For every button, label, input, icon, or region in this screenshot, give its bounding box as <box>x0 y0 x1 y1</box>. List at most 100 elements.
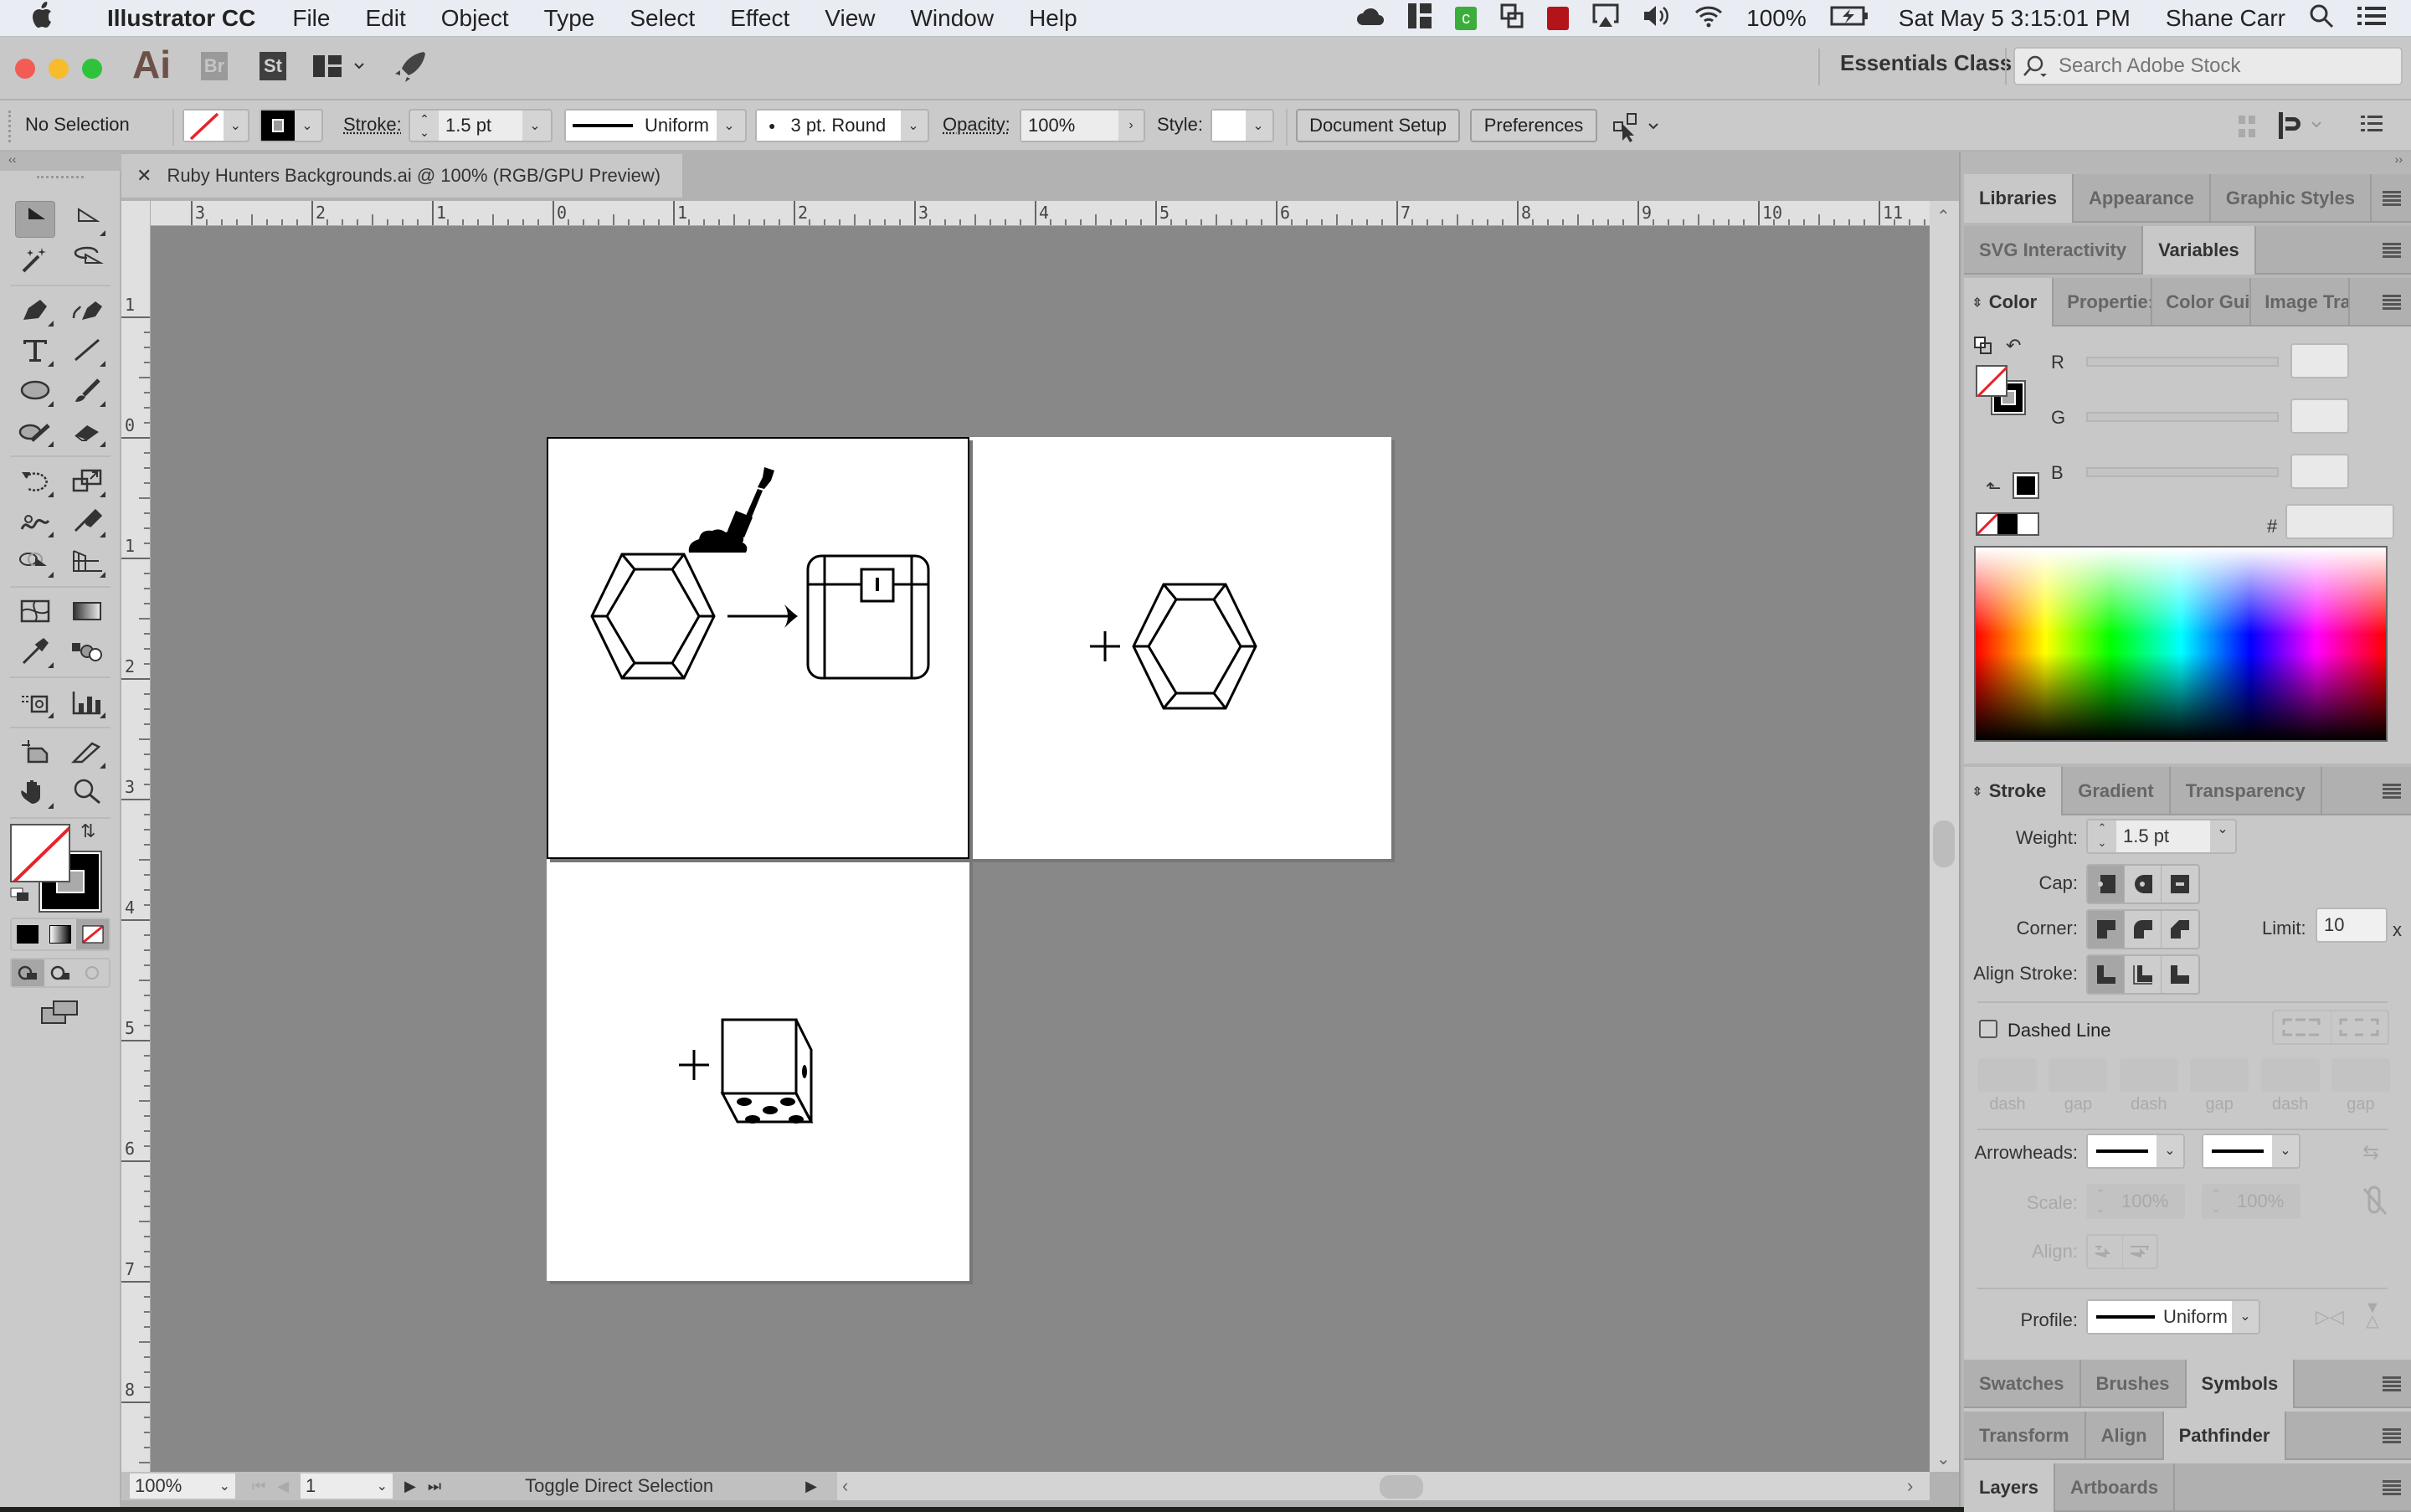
arrange-documents-button[interactable] <box>313 54 372 83</box>
opacity-label[interactable]: Opacity: <box>943 114 1010 136</box>
blend-tool[interactable] <box>67 633 107 670</box>
hex-value-field[interactable] <box>2285 504 2394 539</box>
scroll-right-icon[interactable]: › <box>1907 1475 1913 1497</box>
panel-menu-icon[interactable] <box>2383 278 2401 327</box>
tab-brushes[interactable]: Brushes <box>2081 1360 2187 1408</box>
tab-variables[interactable]: Variables <box>2143 226 2256 275</box>
flashcard-app-icon[interactable] <box>1547 7 1570 30</box>
color-button[interactable] <box>12 919 44 949</box>
menu-edit[interactable]: Edit <box>365 5 405 32</box>
gradient-button[interactable] <box>44 919 77 949</box>
window-minimize-button[interactable] <box>49 59 69 79</box>
adobe-stock-search-input[interactable] <box>2059 54 2393 78</box>
sync-icon[interactable] <box>1500 3 1524 34</box>
clock-text[interactable]: Sat May 5 3:15:01 PM <box>1899 5 2131 32</box>
menu-app-name[interactable]: Illustrator CC <box>107 5 255 32</box>
vertical-scroll-thumb[interactable] <box>1933 820 1955 867</box>
zoom-tool[interactable] <box>67 774 107 810</box>
white-quick-swatch[interactable] <box>2018 514 2038 534</box>
dash-input[interactable] <box>2260 1058 2320 1092</box>
none-quick-swatch[interactable] <box>1977 514 1997 534</box>
hand-tool[interactable] <box>15 774 55 810</box>
volume-icon[interactable] <box>1642 3 1671 34</box>
end-arrowhead-dropdown[interactable]: ⌄ <box>2202 1134 2300 1169</box>
user-name[interactable]: Shane Carr <box>2166 5 2285 32</box>
panel-menu-icon[interactable] <box>2383 767 2401 815</box>
apple-menu-icon[interactable] <box>32 1 65 35</box>
artboard-tool[interactable] <box>15 733 55 770</box>
swap-colors-icon[interactable]: ↶ <box>2006 335 2021 357</box>
miter-join-button[interactable] <box>2088 911 2125 948</box>
fill-color-dropdown[interactable]: ⌄ <box>182 109 249 142</box>
bevel-join-button[interactable] <box>2162 911 2198 948</box>
horizontal-scroll-thumb[interactable] <box>1380 1475 1423 1499</box>
scroll-left-icon[interactable]: ‹ <box>842 1475 848 1497</box>
gpu-performance-button[interactable] <box>393 50 427 88</box>
fill-swatch[interactable] <box>10 824 70 882</box>
perspective-grid-tool[interactable] <box>67 543 107 579</box>
stepper-icon[interactable]: ⌃ ⌄ <box>410 112 439 139</box>
red-slider[interactable] <box>2086 357 2279 367</box>
align-inside-button[interactable] <box>2125 956 2162 993</box>
direct-selection-tool[interactable] <box>67 201 107 238</box>
tab-transparency[interactable]: Transparency <box>2171 767 2322 815</box>
document-setup-button[interactable]: Document Setup <box>1296 109 1460 142</box>
color-spectrum[interactable] <box>1974 546 2388 742</box>
gap-field[interactable]: gap <box>2189 1058 2249 1125</box>
panel-menu-icon[interactable] <box>2383 226 2401 275</box>
align-icon[interactable] <box>2235 112 2260 146</box>
miter-limit-input[interactable]: 10 <box>2316 908 2388 943</box>
color-fill-swatch[interactable] <box>1976 365 2009 399</box>
slice-tool[interactable] <box>67 733 107 770</box>
round-cap-button[interactable] <box>2125 866 2162 903</box>
stroke-weight-field[interactable]: ⌃ ⌄ 1.5 pt ⌄ <box>409 109 553 142</box>
tab-swatches[interactable]: Swatches <box>1964 1360 2081 1408</box>
notification-center-icon[interactable] <box>2357 5 2386 33</box>
puppet-warp-tool[interactable] <box>67 502 107 539</box>
next-artboard-icon[interactable]: ▶ <box>404 1478 416 1495</box>
scroll-up-icon[interactable]: ⌃ <box>1936 206 1951 227</box>
tools-panel-grip[interactable] <box>37 176 84 179</box>
black-quick-swatch[interactable] <box>1997 514 2018 534</box>
tab-libraries[interactable]: Libraries <box>1964 174 2074 223</box>
stroke-weight-value[interactable]: 1.5 pt <box>439 111 522 141</box>
tab-color[interactable]: ⇳ Color <box>1964 278 2054 327</box>
window-close-button[interactable] <box>15 59 35 79</box>
dash-field[interactable]: dash <box>2260 1058 2321 1125</box>
gap-input[interactable] <box>2049 1058 2108 1092</box>
draw-normal-button[interactable] <box>12 959 44 986</box>
swap-fill-stroke-icon[interactable]: ⇅ <box>80 820 95 842</box>
line-segment-tool[interactable] <box>67 332 107 368</box>
status-text[interactable]: Toggle Direct Selection <box>525 1475 713 1497</box>
airplay-icon[interactable] <box>1592 3 1619 34</box>
tab-artboards[interactable]: Artboards <box>2055 1463 2176 1512</box>
panel-menu-icon[interactable] <box>2383 1360 2401 1408</box>
link-scale-icon[interactable] <box>2362 1184 2388 1222</box>
align-center-button[interactable] <box>2088 956 2125 993</box>
tab-graphic-styles[interactable]: Graphic Styles <box>2211 174 2372 223</box>
out-of-gamut-icon[interactable]: ⬑ <box>1986 477 2001 499</box>
red-value-field[interactable] <box>2290 343 2349 378</box>
close-document-icon[interactable]: ✕ <box>136 165 152 187</box>
artboard-2[interactable] <box>969 437 1391 859</box>
panel-menu-icon[interactable] <box>2383 1412 2401 1460</box>
tab-svg-interactivity[interactable]: SVG Interactivity <box>1964 226 2144 275</box>
horizontal-ruler[interactable]: 3 2 1 0 1 2 3 4 5 6 7 8 9 10 11 <box>151 201 1930 226</box>
panel-menu-icon[interactable] <box>2383 174 2401 223</box>
stroke-weight-value[interactable]: 1.5 pt <box>2116 820 2210 852</box>
none-button[interactable] <box>76 919 110 949</box>
paintbrush-tool[interactable] <box>67 372 107 409</box>
scale-tool[interactable] <box>67 462 107 499</box>
start-arrowhead-dropdown[interactable]: ⌄ <box>2086 1134 2185 1169</box>
tab-align[interactable]: Align <box>2086 1412 2164 1460</box>
cricket-app-icon[interactable]: c <box>1455 7 1478 30</box>
projecting-cap-button[interactable] <box>2162 866 2198 903</box>
draw-inside-button[interactable] <box>76 959 109 986</box>
green-slider[interactable] <box>2086 412 2279 422</box>
document-tab[interactable]: ✕ Ruby Hunters Backgrounds.ai @ 100% (RG… <box>121 154 682 198</box>
swap-arrowheads-icon[interactable]: ⇆ <box>2362 1140 2379 1165</box>
menu-select[interactable]: Select <box>630 5 695 32</box>
graphic-style-dropdown[interactable]: ⌄ <box>1211 109 1274 142</box>
start-scale-value[interactable]: 100% <box>2115 1184 2168 1219</box>
stepper-icon[interactable]: ⌃ ⌄ <box>2088 820 2116 852</box>
